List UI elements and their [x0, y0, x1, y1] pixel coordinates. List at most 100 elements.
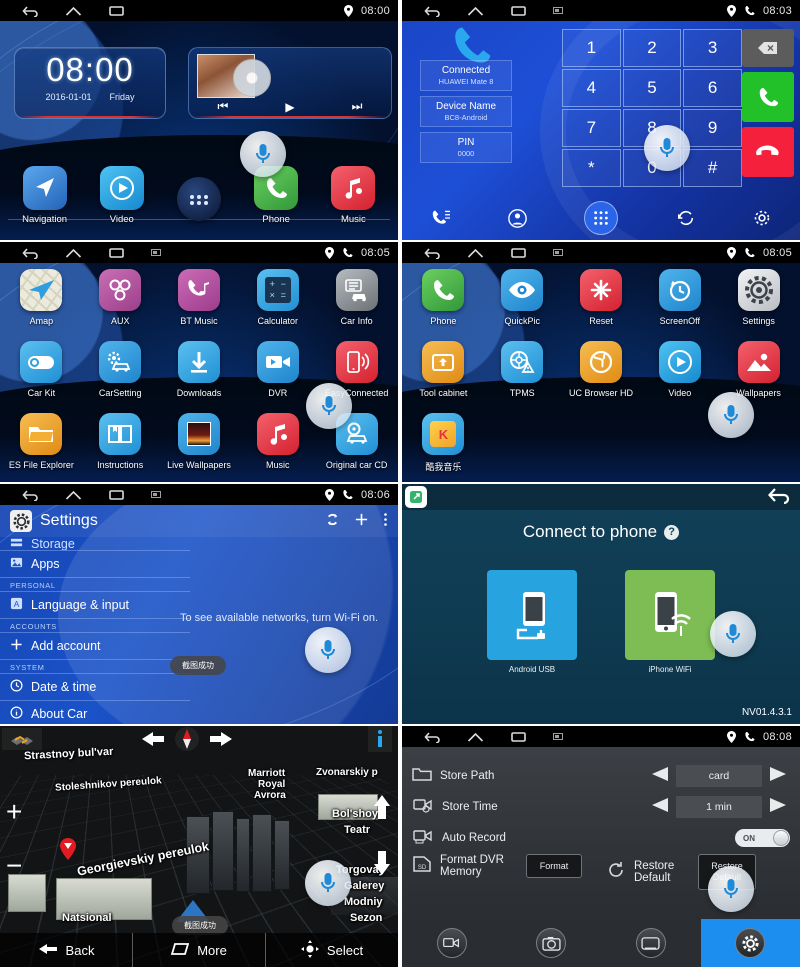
- voice-assistant-bubble[interactable]: [305, 860, 351, 906]
- aux-circles-icon[interactable]: [99, 269, 142, 311]
- map-3d-view-icon[interactable]: [2, 728, 42, 750]
- back-icon[interactable]: [22, 5, 39, 17]
- map-more-button[interactable]: More: [133, 933, 266, 967]
- navigation-icon[interactable]: [22, 166, 67, 210]
- settings-tab[interactable]: [700, 919, 800, 967]
- auto-record-toggle[interactable]: ON: [735, 829, 790, 847]
- app-car-kit[interactable]: Car Kit: [2, 338, 81, 410]
- compass-icon[interactable]: [174, 726, 200, 757]
- key-2[interactable]: 2: [622, 29, 682, 67]
- iphone-wifi-icon[interactable]: [625, 570, 715, 660]
- store-time-next-button[interactable]: [768, 797, 790, 818]
- voice-assistant-bubble[interactable]: [710, 611, 756, 657]
- media-widget[interactable]: ⏮ ▶ ⏭: [188, 47, 392, 119]
- calculator-icon[interactable]: + − × =: [256, 269, 299, 311]
- toolbox-icon[interactable]: [422, 341, 465, 383]
- voice-assistant-bubble[interactable]: [708, 392, 754, 438]
- key-4[interactable]: 4: [562, 69, 621, 107]
- settings-row-apps[interactable]: Apps: [0, 551, 190, 578]
- pan-down-icon[interactable]: [372, 850, 392, 881]
- dock-item-music[interactable]: Music: [320, 166, 386, 225]
- app-calculator[interactable]: + − × = Calculator: [238, 266, 317, 338]
- app-car-info[interactable]: Car Info: [317, 266, 396, 338]
- store-path-value[interactable]: card: [676, 765, 762, 787]
- app-instructions[interactable]: Instructions: [81, 410, 160, 482]
- back-icon[interactable]: [424, 5, 441, 17]
- key-hash[interactable]: #: [683, 149, 742, 187]
- download-arrow-icon[interactable]: [177, 341, 220, 383]
- app-bt-music[interactable]: BT Music: [160, 266, 239, 338]
- store-path-prev-button[interactable]: [648, 766, 670, 787]
- settings-gear-icon[interactable]: [737, 269, 780, 311]
- connect-option-android-usb[interactable]: Android USB: [487, 570, 577, 674]
- car-info-icon[interactable]: [335, 269, 378, 311]
- app-screenoff[interactable]: ScreenOff: [640, 266, 719, 338]
- map-arrow-icon[interactable]: [20, 269, 63, 311]
- voice-assistant-bubble[interactable]: [708, 866, 754, 912]
- app-amap[interactable]: Amap: [2, 266, 81, 338]
- back-icon[interactable]: [424, 731, 441, 743]
- clock-back-icon[interactable]: [658, 269, 701, 311]
- app-phone[interactable]: Phone: [404, 266, 483, 338]
- recents-icon[interactable]: [510, 731, 527, 743]
- car-gear-icon[interactable]: [99, 341, 142, 383]
- globe-icon[interactable]: [579, 341, 622, 383]
- app-aux[interactable]: AUX: [81, 266, 160, 338]
- app-reset[interactable]: Reset: [562, 266, 641, 338]
- map-back-button[interactable]: Back: [0, 933, 133, 967]
- keypad-icon[interactable]: [584, 201, 619, 235]
- toggle-switch-icon[interactable]: [20, 341, 63, 383]
- app-drawer-icon[interactable]: [176, 177, 221, 221]
- back-icon[interactable]: [22, 489, 39, 501]
- phone-handset-icon[interactable]: [422, 269, 465, 311]
- key-3[interactable]: 3: [683, 29, 742, 67]
- back-arrow-icon[interactable]: [766, 486, 792, 509]
- screenshot-icon[interactable]: [553, 248, 563, 257]
- voice-assistant-bubble[interactable]: [306, 383, 352, 429]
- voice-assistant-bubble[interactable]: [305, 627, 351, 673]
- app-dvr[interactable]: DVR: [238, 338, 317, 410]
- dock-item-navigation[interactable]: Navigation: [12, 166, 78, 225]
- key-7[interactable]: 7: [562, 109, 621, 147]
- contacts-icon[interactable]: [508, 208, 527, 228]
- zoom-out-button[interactable]: −: [6, 852, 22, 880]
- picture-icon[interactable]: [737, 341, 780, 383]
- sync-icon[interactable]: [676, 209, 696, 227]
- app-carsetting[interactable]: CarSetting: [81, 338, 160, 410]
- key-9[interactable]: 9: [683, 109, 742, 147]
- app-es-file-explorer[interactable]: ES File Explorer: [2, 410, 81, 482]
- pan-left-icon[interactable]: [140, 729, 166, 754]
- play-button[interactable]: ▶: [285, 100, 294, 114]
- bt-music-icon[interactable]: [177, 269, 220, 311]
- eye-icon[interactable]: [501, 269, 544, 311]
- back-icon[interactable]: [22, 247, 39, 259]
- screenshot-icon[interactable]: [151, 248, 161, 257]
- hangup-button[interactable]: [742, 127, 794, 177]
- voice-assistant-bubble[interactable]: [644, 125, 690, 171]
- video-camera-icon[interactable]: [256, 341, 299, 383]
- backspace-button[interactable]: [742, 29, 794, 67]
- app-kuwo-music[interactable]: K 酷我音乐: [404, 410, 483, 482]
- gallery-tab[interactable]: [601, 919, 701, 967]
- dock-item-app-drawer[interactable]: [166, 177, 232, 225]
- app-video[interactable]: Video: [640, 338, 719, 410]
- add-icon[interactable]: [354, 512, 369, 531]
- app-downloads[interactable]: Downloads: [160, 338, 239, 410]
- folder-icon[interactable]: [20, 413, 63, 455]
- tire-warning-icon[interactable]: [501, 341, 544, 383]
- recents-icon[interactable]: [108, 247, 125, 259]
- settings-row-about-car[interactable]: About Car: [0, 701, 190, 724]
- camera-tab[interactable]: [502, 919, 602, 967]
- recents-icon[interactable]: [510, 5, 527, 17]
- settings-gear-icon[interactable]: [753, 209, 771, 227]
- settings-row-language-input[interactable]: A Language & input: [0, 592, 190, 619]
- recents-icon[interactable]: [108, 5, 125, 17]
- recents-icon[interactable]: [510, 247, 527, 259]
- recents-icon[interactable]: [108, 489, 125, 501]
- book-icon[interactable]: [99, 413, 142, 455]
- phone-signal-icon[interactable]: [335, 341, 378, 383]
- home-icon[interactable]: [467, 731, 484, 743]
- music-note-icon[interactable]: [331, 166, 376, 210]
- settings-row-date-time[interactable]: Date & time: [0, 674, 190, 701]
- home-icon[interactable]: [65, 247, 82, 259]
